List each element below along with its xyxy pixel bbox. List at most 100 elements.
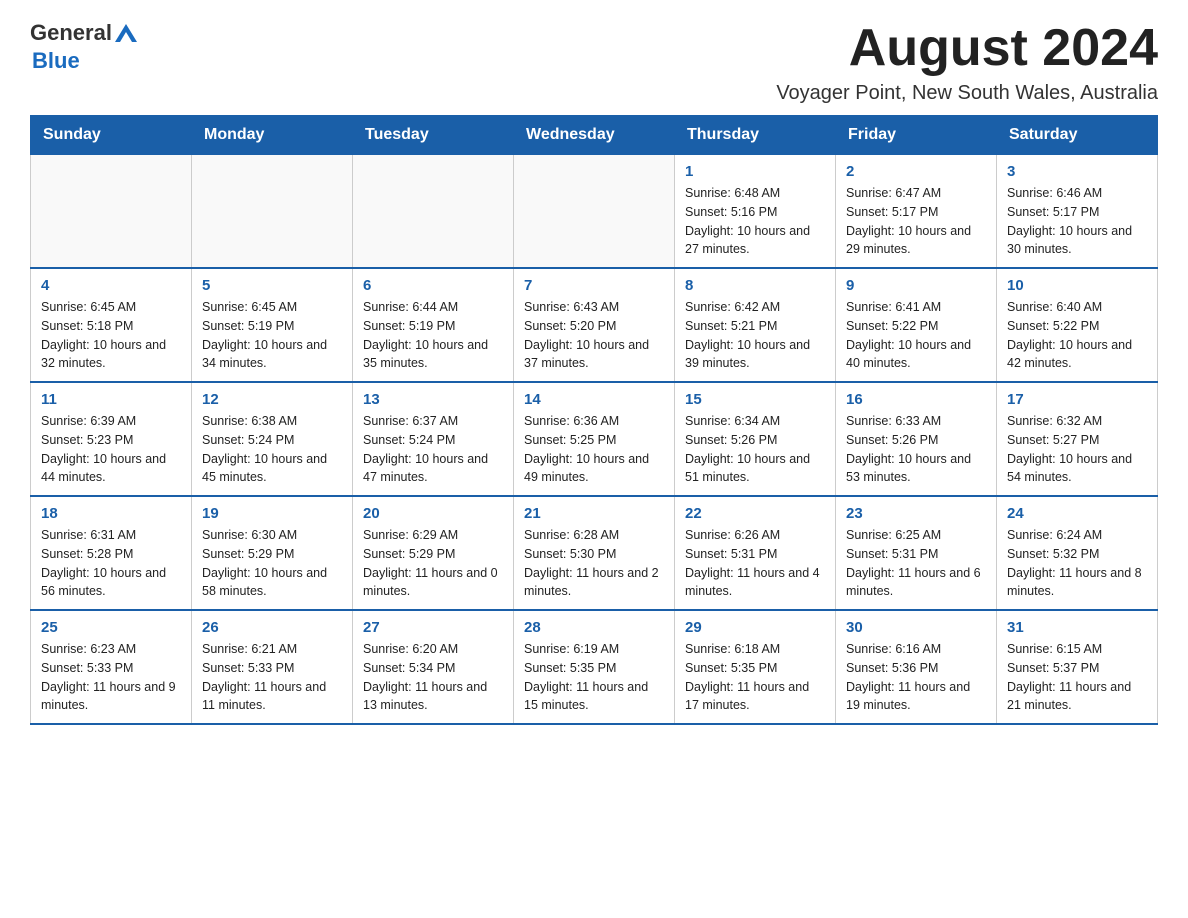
day-info: Sunrise: 6:24 AMSunset: 5:32 PMDaylight:… bbox=[1007, 526, 1147, 601]
calendar-day-cell: 29 Sunrise: 6:18 AMSunset: 5:35 PMDaylig… bbox=[675, 610, 836, 724]
day-info: Sunrise: 6:42 AMSunset: 5:21 PMDaylight:… bbox=[685, 298, 825, 373]
calendar-day-cell: 20 Sunrise: 6:29 AMSunset: 5:29 PMDaylig… bbox=[353, 496, 514, 610]
day-info: Sunrise: 6:23 AMSunset: 5:33 PMDaylight:… bbox=[41, 640, 181, 715]
day-number: 27 bbox=[363, 619, 503, 636]
calendar-day-cell: 1 Sunrise: 6:48 AMSunset: 5:16 PMDayligh… bbox=[675, 155, 836, 269]
calendar-day-cell: 19 Sunrise: 6:30 AMSunset: 5:29 PMDaylig… bbox=[192, 496, 353, 610]
calendar-header-row: Sunday Monday Tuesday Wednesday Thursday… bbox=[31, 116, 1158, 155]
calendar-day-cell bbox=[31, 155, 192, 269]
calendar-day-cell: 18 Sunrise: 6:31 AMSunset: 5:28 PMDaylig… bbox=[31, 496, 192, 610]
calendar-day-cell bbox=[192, 155, 353, 269]
calendar-week-row: 1 Sunrise: 6:48 AMSunset: 5:16 PMDayligh… bbox=[31, 155, 1158, 269]
day-info: Sunrise: 6:33 AMSunset: 5:26 PMDaylight:… bbox=[846, 412, 986, 487]
calendar-day-cell: 15 Sunrise: 6:34 AMSunset: 5:26 PMDaylig… bbox=[675, 382, 836, 496]
day-info: Sunrise: 6:45 AMSunset: 5:19 PMDaylight:… bbox=[202, 298, 342, 373]
calendar-day-cell: 3 Sunrise: 6:46 AMSunset: 5:17 PMDayligh… bbox=[997, 155, 1158, 269]
logo-general-text: General bbox=[30, 20, 112, 46]
day-info: Sunrise: 6:38 AMSunset: 5:24 PMDaylight:… bbox=[202, 412, 342, 487]
day-number: 31 bbox=[1007, 619, 1147, 636]
day-info: Sunrise: 6:21 AMSunset: 5:33 PMDaylight:… bbox=[202, 640, 342, 715]
day-number: 23 bbox=[846, 505, 986, 522]
calendar-day-cell: 10 Sunrise: 6:40 AMSunset: 5:22 PMDaylig… bbox=[997, 268, 1158, 382]
day-info: Sunrise: 6:36 AMSunset: 5:25 PMDaylight:… bbox=[524, 412, 664, 487]
day-info: Sunrise: 6:25 AMSunset: 5:31 PMDaylight:… bbox=[846, 526, 986, 601]
calendar-day-cell: 11 Sunrise: 6:39 AMSunset: 5:23 PMDaylig… bbox=[31, 382, 192, 496]
day-info: Sunrise: 6:43 AMSunset: 5:20 PMDaylight:… bbox=[524, 298, 664, 373]
calendar-day-cell: 5 Sunrise: 6:45 AMSunset: 5:19 PMDayligh… bbox=[192, 268, 353, 382]
calendar-day-cell: 30 Sunrise: 6:16 AMSunset: 5:36 PMDaylig… bbox=[836, 610, 997, 724]
location-title: Voyager Point, New South Wales, Australi… bbox=[776, 82, 1158, 105]
day-info: Sunrise: 6:47 AMSunset: 5:17 PMDaylight:… bbox=[846, 184, 986, 259]
day-info: Sunrise: 6:28 AMSunset: 5:30 PMDaylight:… bbox=[524, 526, 664, 601]
header-wednesday: Wednesday bbox=[514, 116, 675, 155]
day-info: Sunrise: 6:34 AMSunset: 5:26 PMDaylight:… bbox=[685, 412, 825, 487]
calendar-day-cell: 13 Sunrise: 6:37 AMSunset: 5:24 PMDaylig… bbox=[353, 382, 514, 496]
header-sunday: Sunday bbox=[31, 116, 192, 155]
header-thursday: Thursday bbox=[675, 116, 836, 155]
calendar-table: Sunday Monday Tuesday Wednesday Thursday… bbox=[30, 115, 1158, 725]
calendar-day-cell: 9 Sunrise: 6:41 AMSunset: 5:22 PMDayligh… bbox=[836, 268, 997, 382]
day-info: Sunrise: 6:44 AMSunset: 5:19 PMDaylight:… bbox=[363, 298, 503, 373]
day-info: Sunrise: 6:37 AMSunset: 5:24 PMDaylight:… bbox=[363, 412, 503, 487]
day-number: 8 bbox=[685, 277, 825, 294]
day-info: Sunrise: 6:32 AMSunset: 5:27 PMDaylight:… bbox=[1007, 412, 1147, 487]
calendar-day-cell: 27 Sunrise: 6:20 AMSunset: 5:34 PMDaylig… bbox=[353, 610, 514, 724]
calendar-day-cell: 21 Sunrise: 6:28 AMSunset: 5:30 PMDaylig… bbox=[514, 496, 675, 610]
header-friday: Friday bbox=[836, 116, 997, 155]
day-number: 10 bbox=[1007, 277, 1147, 294]
day-info: Sunrise: 6:46 AMSunset: 5:17 PMDaylight:… bbox=[1007, 184, 1147, 259]
day-number: 14 bbox=[524, 391, 664, 408]
calendar-day-cell: 16 Sunrise: 6:33 AMSunset: 5:26 PMDaylig… bbox=[836, 382, 997, 496]
day-number: 25 bbox=[41, 619, 181, 636]
day-number: 5 bbox=[202, 277, 342, 294]
calendar-week-row: 25 Sunrise: 6:23 AMSunset: 5:33 PMDaylig… bbox=[31, 610, 1158, 724]
calendar-week-row: 4 Sunrise: 6:45 AMSunset: 5:18 PMDayligh… bbox=[31, 268, 1158, 382]
day-number: 3 bbox=[1007, 163, 1147, 180]
day-number: 16 bbox=[846, 391, 986, 408]
day-number: 1 bbox=[685, 163, 825, 180]
day-number: 12 bbox=[202, 391, 342, 408]
day-number: 21 bbox=[524, 505, 664, 522]
header-tuesday: Tuesday bbox=[353, 116, 514, 155]
day-info: Sunrise: 6:19 AMSunset: 5:35 PMDaylight:… bbox=[524, 640, 664, 715]
calendar-day-cell: 22 Sunrise: 6:26 AMSunset: 5:31 PMDaylig… bbox=[675, 496, 836, 610]
calendar-day-cell: 24 Sunrise: 6:24 AMSunset: 5:32 PMDaylig… bbox=[997, 496, 1158, 610]
calendar-day-cell: 7 Sunrise: 6:43 AMSunset: 5:20 PMDayligh… bbox=[514, 268, 675, 382]
day-number: 24 bbox=[1007, 505, 1147, 522]
day-number: 28 bbox=[524, 619, 664, 636]
day-number: 13 bbox=[363, 391, 503, 408]
calendar-day-cell: 4 Sunrise: 6:45 AMSunset: 5:18 PMDayligh… bbox=[31, 268, 192, 382]
day-number: 29 bbox=[685, 619, 825, 636]
day-number: 17 bbox=[1007, 391, 1147, 408]
day-number: 26 bbox=[202, 619, 342, 636]
calendar-day-cell: 2 Sunrise: 6:47 AMSunset: 5:17 PMDayligh… bbox=[836, 155, 997, 269]
day-info: Sunrise: 6:39 AMSunset: 5:23 PMDaylight:… bbox=[41, 412, 181, 487]
header-saturday: Saturday bbox=[997, 116, 1158, 155]
calendar-day-cell: 25 Sunrise: 6:23 AMSunset: 5:33 PMDaylig… bbox=[31, 610, 192, 724]
calendar-day-cell bbox=[514, 155, 675, 269]
day-info: Sunrise: 6:30 AMSunset: 5:29 PMDaylight:… bbox=[202, 526, 342, 601]
day-info: Sunrise: 6:31 AMSunset: 5:28 PMDaylight:… bbox=[41, 526, 181, 601]
day-info: Sunrise: 6:20 AMSunset: 5:34 PMDaylight:… bbox=[363, 640, 503, 715]
day-info: Sunrise: 6:40 AMSunset: 5:22 PMDaylight:… bbox=[1007, 298, 1147, 373]
logo: General Blue bbox=[30, 20, 137, 74]
title-section: August 2024 Voyager Point, New South Wal… bbox=[776, 20, 1158, 105]
day-number: 18 bbox=[41, 505, 181, 522]
month-title: August 2024 bbox=[776, 20, 1158, 77]
calendar-day-cell: 14 Sunrise: 6:36 AMSunset: 5:25 PMDaylig… bbox=[514, 382, 675, 496]
day-number: 7 bbox=[524, 277, 664, 294]
calendar-day-cell: 6 Sunrise: 6:44 AMSunset: 5:19 PMDayligh… bbox=[353, 268, 514, 382]
day-number: 6 bbox=[363, 277, 503, 294]
day-info: Sunrise: 6:29 AMSunset: 5:29 PMDaylight:… bbox=[363, 526, 503, 601]
calendar-day-cell: 28 Sunrise: 6:19 AMSunset: 5:35 PMDaylig… bbox=[514, 610, 675, 724]
day-info: Sunrise: 6:16 AMSunset: 5:36 PMDaylight:… bbox=[846, 640, 986, 715]
day-info: Sunrise: 6:41 AMSunset: 5:22 PMDaylight:… bbox=[846, 298, 986, 373]
header-monday: Monday bbox=[192, 116, 353, 155]
day-number: 11 bbox=[41, 391, 181, 408]
calendar-day-cell: 8 Sunrise: 6:42 AMSunset: 5:21 PMDayligh… bbox=[675, 268, 836, 382]
calendar-day-cell: 23 Sunrise: 6:25 AMSunset: 5:31 PMDaylig… bbox=[836, 496, 997, 610]
day-number: 4 bbox=[41, 277, 181, 294]
calendar-day-cell: 17 Sunrise: 6:32 AMSunset: 5:27 PMDaylig… bbox=[997, 382, 1158, 496]
day-number: 22 bbox=[685, 505, 825, 522]
calendar-day-cell: 31 Sunrise: 6:15 AMSunset: 5:37 PMDaylig… bbox=[997, 610, 1158, 724]
